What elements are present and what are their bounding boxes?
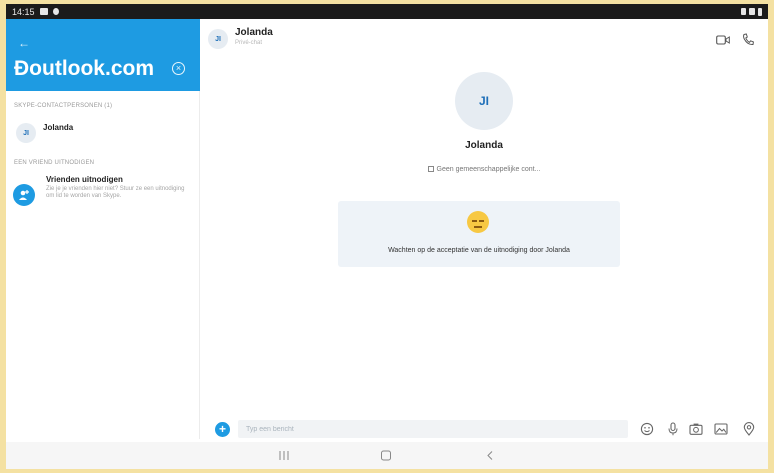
sidebar: ← Ɖoutlook.com × SKYPE-CONTACTPERSONEN (…: [6, 19, 200, 439]
add-contact-icon: [13, 184, 35, 206]
conversation-subtitle: Privé-chat: [235, 40, 263, 46]
recent-apps-icon[interactable]: [278, 450, 290, 461]
emoji-face-icon: [467, 211, 489, 233]
invite-friends-item[interactable]: Vrienden uitnodigen Zie je je vrienden h…: [6, 172, 200, 224]
settings-notification-icon: [52, 8, 59, 15]
mutual-contacts-text: Geen gemeenschappelijke cont...: [436, 166, 541, 173]
contact-item[interactable]: JI Jolanda: [6, 119, 200, 147]
search-header: ← Ɖoutlook.com ×: [6, 19, 200, 91]
location-icon[interactable]: [742, 422, 756, 436]
emoji-icon[interactable]: [640, 422, 654, 436]
conversation-title[interactable]: Jolanda: [235, 27, 273, 38]
clear-icon[interactable]: ×: [172, 62, 185, 75]
gallery-notification-icon: [39, 8, 48, 15]
contacts-icon: [427, 166, 434, 172]
mutual-contacts: Geen gemeenschappelijke cont...: [354, 166, 614, 173]
pending-invitation-text: Wachten op de acceptatie van de uitnodig…: [388, 247, 570, 254]
profile-avatar[interactable]: JI: [455, 72, 513, 130]
avatar: JI: [16, 123, 36, 143]
message-composer: +: [200, 416, 768, 442]
back-icon[interactable]: [485, 450, 495, 461]
audio-call-icon[interactable]: [742, 33, 754, 46]
home-icon[interactable]: [380, 450, 392, 461]
wifi-icon: [749, 8, 755, 15]
search-input[interactable]: Ɖoutlook.com: [14, 57, 154, 81]
section-label-invite: EEN VRIEND UITNODIGEN: [14, 160, 95, 166]
pending-invitation-card: Wachten op de acceptatie van de uitnodig…: [338, 201, 620, 267]
plus-icon[interactable]: +: [215, 422, 230, 437]
invite-title: Vrienden uitnodigen: [46, 175, 123, 184]
mute-icon: [741, 8, 746, 15]
status-time: 14:15: [12, 6, 35, 17]
contact-name: Jolanda: [43, 123, 74, 132]
status-bar: 14:15: [6, 4, 768, 19]
conversation-header: JI Jolanda Privé-chat: [200, 19, 768, 59]
profile-name: Jolanda: [465, 140, 503, 151]
header-avatar[interactable]: JI: [208, 29, 228, 49]
navigation-bar: [6, 442, 768, 469]
camera-icon[interactable]: [689, 422, 703, 436]
battery-icon: [758, 7, 762, 16]
message-input[interactable]: [238, 420, 628, 438]
section-label-contacts: SKYPE-CONTACTPERSONEN (1): [14, 103, 113, 109]
back-arrow-icon[interactable]: ←: [18, 36, 30, 50]
video-call-icon[interactable]: [716, 35, 730, 45]
invite-description: Zie je je vrienden hier niet? Stuur ze e…: [46, 186, 185, 199]
image-icon[interactable]: [714, 422, 728, 436]
tablet-screen: 14:15 ← Ɖoutlook.com × SKYPE-CONTACTPERS…: [6, 4, 768, 469]
microphone-icon[interactable]: [666, 422, 680, 436]
